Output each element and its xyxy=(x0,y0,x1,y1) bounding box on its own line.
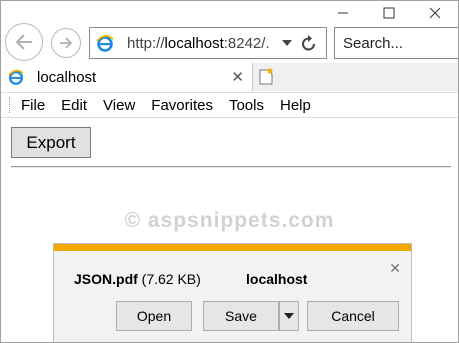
horizontal-rule xyxy=(11,166,451,168)
download-notification-bar: ✕ JSON.pdf (7.62 KB) localhost Open Save… xyxy=(53,243,412,342)
menu-bar: File Edit View Favorites Tools Help xyxy=(1,92,458,118)
menu-grip xyxy=(9,97,12,113)
chevron-down-icon xyxy=(284,313,294,319)
tab-title: localhost xyxy=(37,68,97,86)
menu-favorites[interactable]: Favorites xyxy=(151,97,213,114)
ie-favicon-icon xyxy=(96,35,114,52)
address-port-path: :8242/. xyxy=(223,34,270,52)
new-tab-icon xyxy=(259,68,273,85)
download-bar-accent xyxy=(54,244,411,251)
tab-strip: localhost ✕ xyxy=(1,63,458,91)
refresh-icon[interactable] xyxy=(300,34,318,54)
close-icon xyxy=(429,7,441,19)
download-host: localhost xyxy=(246,271,308,287)
tab-localhost[interactable]: localhost ✕ xyxy=(1,63,253,91)
new-tab-button[interactable] xyxy=(254,65,278,89)
back-arrow-icon xyxy=(15,34,32,50)
tab-close-icon[interactable]: ✕ xyxy=(231,68,244,86)
save-options-button[interactable] xyxy=(279,301,299,331)
open-button[interactable]: Open xyxy=(116,301,192,331)
back-button[interactable] xyxy=(5,23,43,61)
download-file-name: JSON.pdf xyxy=(74,271,138,287)
menu-file[interactable]: File xyxy=(21,97,45,114)
watermark: © aspsnippets.com xyxy=(124,209,335,232)
download-file-size: (7.62 KB) xyxy=(141,271,201,287)
menu-help[interactable]: Help xyxy=(280,97,311,114)
chevron-down-icon[interactable] xyxy=(282,39,292,47)
menu-view[interactable]: View xyxy=(103,97,135,114)
browser-window: http://localhost:8242/. Search... localh… xyxy=(0,0,459,343)
forward-arrow-icon xyxy=(60,37,73,49)
export-button[interactable]: Export xyxy=(11,127,91,158)
download-file-info: JSON.pdf (7.62 KB) xyxy=(74,271,201,287)
forward-button[interactable] xyxy=(51,28,81,58)
address-bar[interactable]: http://localhost:8242/. xyxy=(89,27,327,59)
minimize-icon xyxy=(338,12,348,14)
address-host: localhost xyxy=(164,34,224,52)
address-scheme: http:// xyxy=(127,34,165,52)
menu-tools[interactable]: Tools xyxy=(229,97,264,114)
ie-favicon-icon xyxy=(8,69,24,85)
download-close-icon[interactable]: ✕ xyxy=(389,260,401,277)
navigation-bar: http://localhost:8242/. Search... xyxy=(1,21,458,65)
save-button[interactable]: Save xyxy=(203,301,279,331)
search-box[interactable]: Search... xyxy=(334,27,458,59)
cancel-button[interactable]: Cancel xyxy=(307,301,399,331)
search-placeholder: Search... xyxy=(343,34,404,52)
address-text[interactable]: http://localhost:8242/. xyxy=(127,35,277,52)
maximize-icon xyxy=(383,7,395,19)
menu-edit[interactable]: Edit xyxy=(61,97,87,114)
